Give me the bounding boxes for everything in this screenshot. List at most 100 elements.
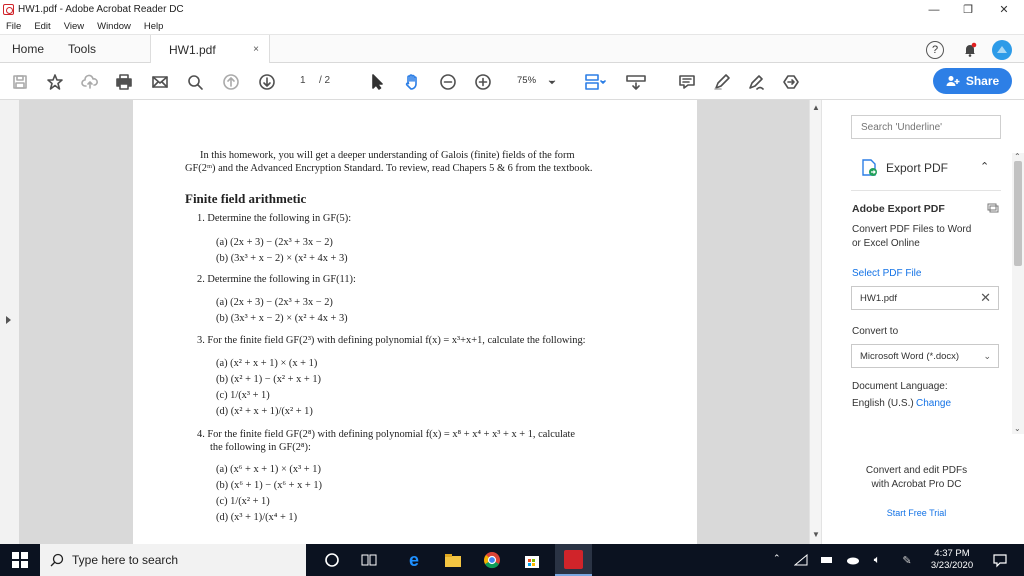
acrobat-app-icon [3,4,14,15]
store-icon[interactable] [522,550,542,570]
bookmark-star-icon[interactable] [45,72,65,92]
pen-workspace-icon[interactable]: ✎ [900,550,914,570]
notifications-icon[interactable] [990,550,1010,570]
chrome-icon[interactable] [482,550,502,570]
fill-sign-icon[interactable] [746,72,766,92]
highlight-pen-icon[interactable] [712,72,732,92]
menu-window[interactable]: Window [97,21,131,32]
menu-file[interactable]: File [6,21,21,32]
q1-part-b: (b) (3x³ + x − 2) × (x² + 4x + 3) [216,253,348,264]
scrolling-mode-icon[interactable] [624,72,648,92]
edge-browser-icon[interactable]: e [404,550,424,570]
zoom-dropdown-chevron-icon[interactable] [546,72,558,92]
selected-file-field: HW1.pdf ✕ [851,286,999,310]
q4-part-d: (d) (x³ + 1)/(x⁴ + 1) [216,512,298,523]
window-title: HW1.pdf - Adobe Acrobat Reader DC [18,4,184,15]
export-settings-icon[interactable] [987,202,999,214]
q4-part-b: (b) (x⁶ + 1) − (x⁶ + x + 1) [216,480,322,491]
upload-cloud-icon[interactable] [80,72,100,92]
volume-icon[interactable]: 🔈︎ [870,550,884,570]
scroll-down-icon[interactable]: ▼ [812,530,820,539]
left-panel-strip [0,100,19,544]
help-icon[interactable]: ? [926,41,944,59]
q3-part-c: (c) 1/(x³ + 1) [216,390,270,401]
maximize-button[interactable]: ❐ [950,0,986,19]
expand-left-panel-icon[interactable] [6,316,11,324]
minimize-button[interactable]: — [916,0,952,19]
format-dropdown[interactable]: Microsoft Word (*.docx) ⌄ [851,344,999,368]
previous-page-icon[interactable] [221,72,241,92]
language-value: English (U.S.) [852,398,914,409]
windows-taskbar: Type here to search e ⌃ 🔈︎ ✎ 4:37 PM 3/2… [0,544,1024,576]
comment-icon[interactable] [677,72,697,92]
q3-part-a: (a) (x² + x + 1) × (x + 1) [216,358,318,369]
adobe-export-heading: Adobe Export PDF [852,203,945,215]
save-icon[interactable] [10,72,30,92]
intro-line-1: In this homework, you will get a deeper … [200,150,575,161]
scroll-up-icon[interactable]: ▲ [812,103,820,112]
add-person-icon [946,76,960,86]
notifications-bell-icon[interactable] [960,40,980,60]
system-clock[interactable]: 4:37 PM 3/23/2020 [922,548,982,572]
file-explorer-icon[interactable] [443,550,463,570]
document-scrollbar[interactable]: ▲ ▼ [809,100,821,544]
pane-scroll-up-icon[interactable]: ⌃ [1014,152,1021,161]
tools-search-box[interactable] [851,115,1001,139]
q1-part-a: (a) (2x + 3) − (2x³ + 3x − 2) [216,237,333,248]
change-language-link[interactable]: Change [916,398,951,409]
question-3: 3. For the finite field GF(2³) with defi… [197,335,586,346]
tab-close-icon[interactable]: × [253,44,259,55]
print-icon[interactable] [114,72,134,92]
share-link-icon[interactable] [781,72,801,92]
scrollbar-thumb[interactable] [1014,161,1022,266]
tab-tools[interactable]: Tools [68,35,96,63]
taskbar-search-placeholder: Type here to search [72,553,179,567]
show-hidden-icons[interactable]: ⌃ [773,553,781,564]
export-pdf-icon [861,159,877,177]
current-page-field[interactable]: 1 [300,75,306,86]
windows-start-icon[interactable] [10,550,30,570]
menu-edit[interactable]: Edit [34,21,50,32]
zoom-level-field[interactable]: 75% [517,75,536,86]
find-zoom-icon[interactable] [185,72,205,92]
share-button[interactable]: Share [933,68,1012,94]
cortana-icon[interactable] [322,550,342,570]
collapse-chevron-icon[interactable]: ⌃ [980,160,989,173]
close-window-button[interactable]: ✕ [986,0,1022,19]
divider [851,190,1001,191]
remove-file-icon[interactable]: ✕ [980,290,991,306]
select-cursor-icon[interactable] [367,72,387,92]
q2-part-a: (a) (2x + 3) − (2x³ + 3x − 2) [216,297,333,308]
email-icon[interactable] [150,72,170,92]
zoom-in-icon[interactable] [473,72,493,92]
next-page-icon[interactable] [257,72,277,92]
share-label: Share [965,74,1000,88]
q2-part-b: (b) (3x³ + x − 2) × (x² + 4x + 3) [216,313,348,324]
task-view-icon[interactable] [359,550,379,570]
tab-document[interactable]: HW1.pdf × [150,35,270,64]
wifi-icon[interactable] [794,550,808,570]
acrobat-taskbar-button[interactable] [555,544,592,576]
taskbar-search-box[interactable]: Type here to search [40,544,306,576]
pane-scroll-down-icon[interactable]: ⌄ [1014,424,1021,433]
select-pdf-file-link[interactable]: Select PDF File [852,268,921,279]
battery-icon[interactable] [820,550,834,570]
menu-view[interactable]: View [64,21,84,32]
hand-tool-icon[interactable] [402,72,422,92]
tab-home[interactable]: Home [12,35,44,63]
onedrive-cloud-icon[interactable] [846,550,860,570]
document-language-label: Document Language: [852,381,948,392]
start-free-trial-link[interactable]: Start Free Trial [821,508,1012,518]
page-view-icon[interactable] [582,72,608,92]
tools-search-input[interactable] [861,121,996,133]
q4-part-a: (a) (x⁶ + x + 1) × (x³ + 1) [216,464,321,475]
acrobat-taskbar-icon [564,550,583,569]
export-pdf-title[interactable]: Export PDF [886,161,948,175]
format-dropdown-value: Microsoft Word (*.docx) [860,350,960,362]
account-avatar-icon[interactable] [992,40,1012,60]
q3-part-d: (d) (x² + x + 1)/(x² + 1) [216,406,313,417]
zoom-out-icon[interactable] [438,72,458,92]
total-pages: / 2 [319,75,331,86]
tools-pane-scrollbar[interactable] [1012,153,1024,434]
menu-help[interactable]: Help [144,21,164,32]
